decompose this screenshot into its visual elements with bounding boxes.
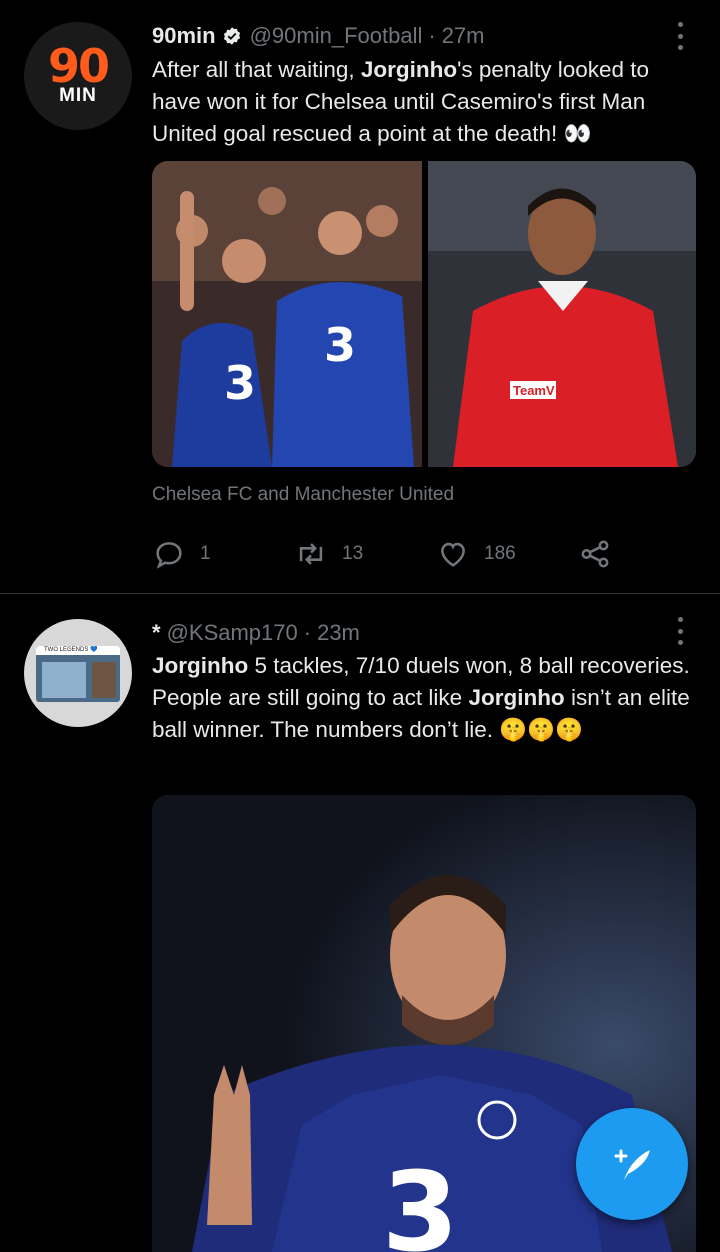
retweet-count: 13 <box>342 543 364 564</box>
avatar-photo-right <box>92 662 116 698</box>
avatar-photo-left <box>42 662 86 698</box>
display-name[interactable]: * <box>152 620 161 646</box>
verified-badge-icon <box>223 27 240 45</box>
tweet-actions: 1 13 186 <box>152 533 622 575</box>
tweet-text-highlight: Jorginho <box>468 685 565 710</box>
tweet-header: * @KSamp170 · 23m <box>152 619 360 647</box>
share-button[interactable] <box>578 533 612 575</box>
tweet-text-highlight: Jorginho <box>360 57 458 82</box>
more-icon[interactable] <box>672 617 688 645</box>
svg-text:3: 3 <box>382 1148 459 1252</box>
avatar-logo-top: 90 <box>47 39 110 93</box>
svg-text:TeamV: TeamV <box>513 383 555 398</box>
reply-count: 1 <box>200 543 211 564</box>
separator-dot: · <box>303 620 312 645</box>
retweet-button[interactable]: 13 <box>294 533 363 575</box>
tweet-header: 90min @90min_Football · 27m <box>152 22 484 50</box>
reply-button[interactable]: 1 <box>152 533 211 575</box>
avatar-ksamp[interactable]: TWO LEGENDS 💙 <box>24 619 132 727</box>
avatar-logo-bottom: MIN <box>59 85 97 106</box>
handle[interactable]: @KSamp170 <box>167 620 298 646</box>
retweet-icon <box>299 543 323 565</box>
tweet-text: Jorginho 5 tackles, 7/10 duels won, 8 ba… <box>152 650 702 746</box>
compose-tweet-button[interactable] <box>576 1108 688 1220</box>
tweet-text: After all that waiting, Jorginho's penal… <box>152 54 702 150</box>
more-icon[interactable] <box>672 22 688 50</box>
svg-text:3: 3 <box>224 356 256 410</box>
tweet-text-part: After all that waiting, <box>152 57 361 82</box>
media-caption: Chelsea FC and Manchester United <box>152 484 455 505</box>
like-count: 186 <box>484 543 516 564</box>
tweet-text-highlight: Jorginho <box>152 653 249 678</box>
tweet-90min[interactable]: 90 MIN 90min @90min_Football · 27m After… <box>0 0 720 594</box>
handle[interactable]: @90min_Football <box>250 23 423 49</box>
reply-icon <box>156 542 182 569</box>
separator-dot: · <box>428 23 436 48</box>
avatar-90min[interactable]: 90 MIN <box>24 22 132 130</box>
timestamp[interactable]: 23m <box>317 620 360 646</box>
compose-tweet-icon <box>614 1149 650 1180</box>
photo-chelsea-players[interactable]: 3 3 <box>152 161 422 467</box>
avatar-image: TWO LEGENDS 💙 <box>36 646 120 702</box>
avatar-banner: TWO LEGENDS 💙 <box>36 646 120 655</box>
photo-united-player[interactable]: TeamV <box>428 161 696 467</box>
timestamp[interactable]: 27m <box>442 23 485 49</box>
like-button[interactable]: 186 <box>436 533 516 575</box>
share-icon <box>581 540 609 568</box>
svg-text:3: 3 <box>324 318 356 372</box>
heart-icon <box>441 542 465 567</box>
display-name[interactable]: 90min <box>152 23 216 49</box>
